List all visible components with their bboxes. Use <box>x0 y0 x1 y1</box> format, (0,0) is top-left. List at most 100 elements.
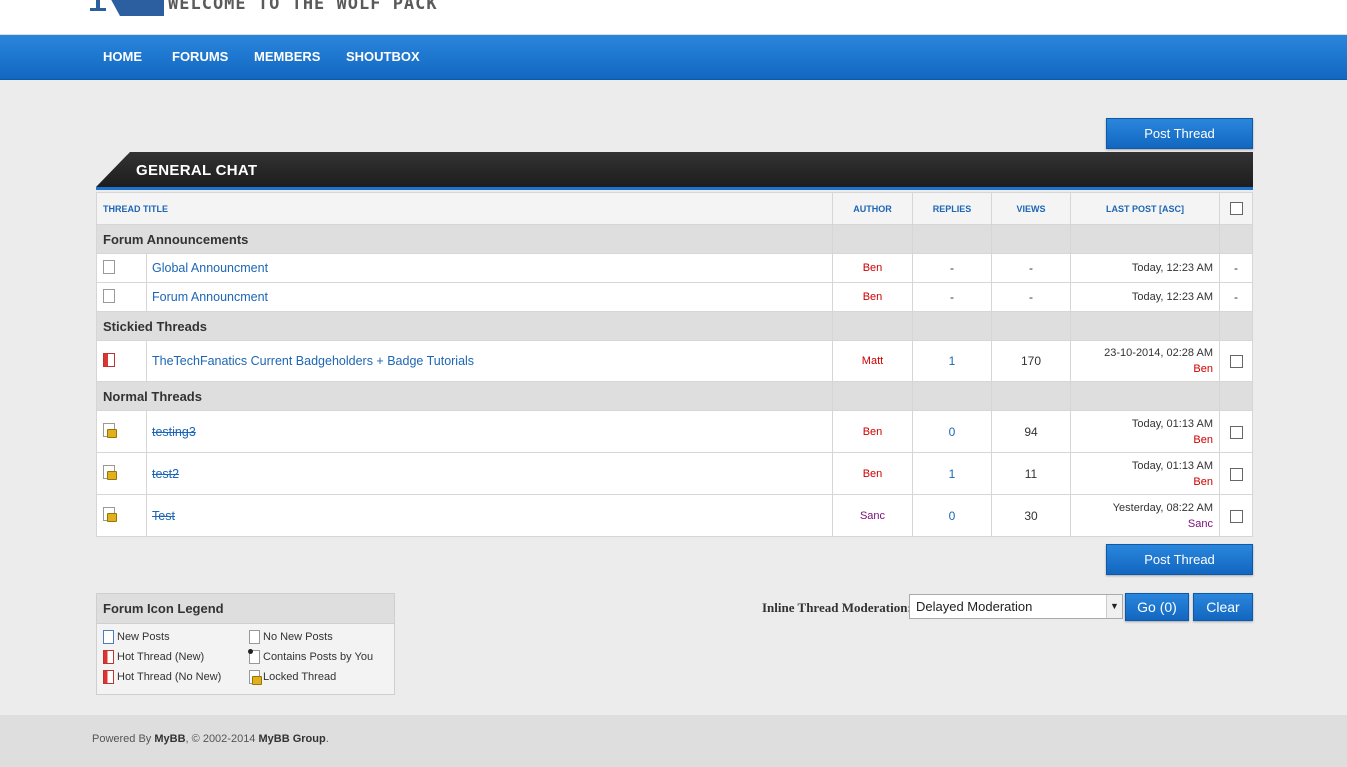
last-post-time: Today, 01:13 AM <box>1131 459 1213 472</box>
replies-link[interactable]: 0 <box>912 410 992 453</box>
site-header: WELCOME TO THE WOLF PACK <box>0 0 1347 35</box>
legend-item: New Posts <box>103 630 170 644</box>
footer-period: . <box>325 733 329 745</box>
nav-members[interactable]: MEMBERS <box>254 49 320 64</box>
thread-checkbox[interactable] <box>1229 425 1243 439</box>
col-author[interactable]: AUTHOR <box>832 192 913 225</box>
legend-label: Hot Thread (No New) <box>117 670 222 683</box>
footer-powered: Powered By <box>92 733 152 745</box>
col-last-post[interactable]: LAST POST [ASC] <box>1070 192 1220 225</box>
author-link[interactable]: Ben <box>832 282 913 312</box>
thread-table: THREAD TITLE AUTHOR REPLIES VIEWS LAST P… <box>96 192 1253 537</box>
section-normal: Normal Threads <box>96 381 833 411</box>
legend-label: Locked Thread <box>263 670 337 683</box>
forum-header: GENERAL CHAT <box>96 152 1253 190</box>
post-thread-button-bottom[interactable]: Post Thread <box>1106 544 1253 575</box>
last-post-time: 23-10-2014, 02:28 AM <box>1104 347 1213 359</box>
hot-thread-icon <box>103 670 114 684</box>
views-count: 94 <box>991 410 1071 453</box>
col-last-post-label[interactable]: LAST POST <box>1106 204 1157 214</box>
replies-link[interactable]: 1 <box>912 452 992 495</box>
author-link[interactable]: Matt <box>832 340 913 382</box>
author-link[interactable]: Ben <box>832 452 913 495</box>
table-row: testing3 Ben 0 94 Today, 01:13 AM Ben <box>96 410 1253 453</box>
legend-item: Hot Thread (New) <box>103 650 204 664</box>
legend-item: Locked Thread <box>249 670 337 685</box>
nav-home[interactable]: HOME <box>103 49 142 64</box>
chevron-down-icon[interactable]: ▼ <box>1106 595 1122 618</box>
thread-checkbox[interactable] <box>1229 467 1243 481</box>
hot-thread-icon <box>103 352 115 367</box>
thread-checkbox[interactable] <box>1229 509 1243 523</box>
clear-button[interactable]: Clear <box>1193 593 1253 621</box>
table-row: Test Sanc 0 30 Yesterday, 08:22 AM Sanc <box>96 494 1253 537</box>
mybb-link[interactable]: MyBB <box>154 733 185 745</box>
section-row: Normal Threads <box>96 381 1253 411</box>
views-count: 11 <box>991 452 1071 495</box>
select-all-checkbox[interactable] <box>1229 202 1243 215</box>
views-count: 30 <box>991 494 1071 537</box>
hot-thread-new-icon <box>103 650 114 664</box>
locked-thread-icon <box>103 507 117 522</box>
table-row: test2 Ben 1 11 Today, 01:13 AM Ben <box>96 452 1253 495</box>
thread-link[interactable]: test2 <box>152 467 179 481</box>
col-views[interactable]: VIEWS <box>991 192 1071 225</box>
col-thread-title[interactable]: THREAD TITLE <box>96 192 833 225</box>
last-post-author[interactable]: Ben <box>1071 432 1213 448</box>
legend-item: Hot Thread (No New) <box>103 670 221 684</box>
logo-icon <box>90 0 164 16</box>
last-post-time: Today, 01:13 AM <box>1131 417 1213 430</box>
site-footer: Powered By MyBB, © 2002-2014 MyBB Group. <box>0 715 1347 767</box>
nav-forums[interactable]: FORUMS <box>172 49 228 64</box>
moderation-selected: Delayed Moderation <box>916 599 1033 614</box>
main-nav: HOME FORUMS MEMBERS SHOUTBOX <box>0 35 1347 80</box>
nav-shoutbox[interactable]: SHOUTBOX <box>346 49 420 64</box>
table-row: TheTechFanatics Current Badgeholders + B… <box>96 340 1253 382</box>
table-row: Forum Announcment Ben - - Today, 12:23 A… <box>96 282 1253 312</box>
thread-link[interactable]: Global Announcment <box>152 261 268 275</box>
author-link[interactable]: Ben <box>832 410 913 453</box>
mod-cell: - <box>1219 253 1253 283</box>
forum-icon-legend: Forum Icon Legend New Posts No New Posts… <box>96 593 395 695</box>
thread-link[interactable]: testing3 <box>152 425 196 439</box>
go-button[interactable]: Go (0) <box>1125 593 1189 621</box>
last-post-author[interactable]: Sanc <box>1071 516 1213 532</box>
thread-checkbox[interactable] <box>1229 355 1243 369</box>
section-row: Forum Announcements <box>96 224 1253 254</box>
author-link[interactable]: Sanc <box>832 494 913 537</box>
views-count: - <box>991 253 1071 283</box>
last-post-author[interactable]: Ben <box>1071 361 1213 377</box>
replies-link[interactable]: 1 <box>912 340 992 382</box>
legend-label: Hot Thread (New) <box>117 650 205 663</box>
mybb-group-link[interactable]: MyBB Group <box>259 733 326 745</box>
post-thread-button-top[interactable]: Post Thread <box>1106 118 1253 149</box>
site-title: WELCOME TO THE WOLF PACK <box>168 0 438 14</box>
views-count: 170 <box>991 340 1071 382</box>
no-new-posts-icon <box>249 630 260 644</box>
author-link[interactable]: Ben <box>832 253 913 283</box>
thread-link[interactable]: TheTechFanatics Current Badgeholders + B… <box>152 354 474 368</box>
section-stickied: Stickied Threads <box>96 311 833 341</box>
views-count: - <box>991 282 1071 312</box>
new-posts-icon <box>103 630 114 644</box>
table-header-row: THREAD TITLE AUTHOR REPLIES VIEWS LAST P… <box>96 192 1253 225</box>
last-post-time: Yesterday, 08:22 AM <box>1112 501 1213 514</box>
no-new-posts-icon <box>103 259 115 274</box>
legend-item: Contains Posts by You <box>248 649 373 664</box>
col-replies[interactable]: REPLIES <box>912 192 992 225</box>
last-post-author[interactable]: Ben <box>1071 474 1213 490</box>
table-row: Global Announcment Ben - - Today, 12:23 … <box>96 253 1253 283</box>
legend-title: Forum Icon Legend <box>97 594 394 624</box>
moderation-label: Inline Thread Moderation: <box>762 600 912 615</box>
section-row: Stickied Threads <box>96 311 1253 341</box>
sort-asc-link[interactable]: ASC <box>1162 204 1181 214</box>
replies-count: - <box>912 282 992 312</box>
last-post-time: Today, 12:23 AM <box>1070 282 1220 312</box>
thread-link[interactable]: Forum Announcment <box>152 290 268 304</box>
last-post-time: Today, 12:23 AM <box>1070 253 1220 283</box>
thread-link[interactable]: Test <box>152 509 175 523</box>
replies-link[interactable]: 0 <box>912 494 992 537</box>
mod-cell: - <box>1219 282 1253 312</box>
locked-thread-icon <box>249 670 262 685</box>
moderation-select[interactable]: Delayed Moderation ▼ <box>909 594 1123 619</box>
